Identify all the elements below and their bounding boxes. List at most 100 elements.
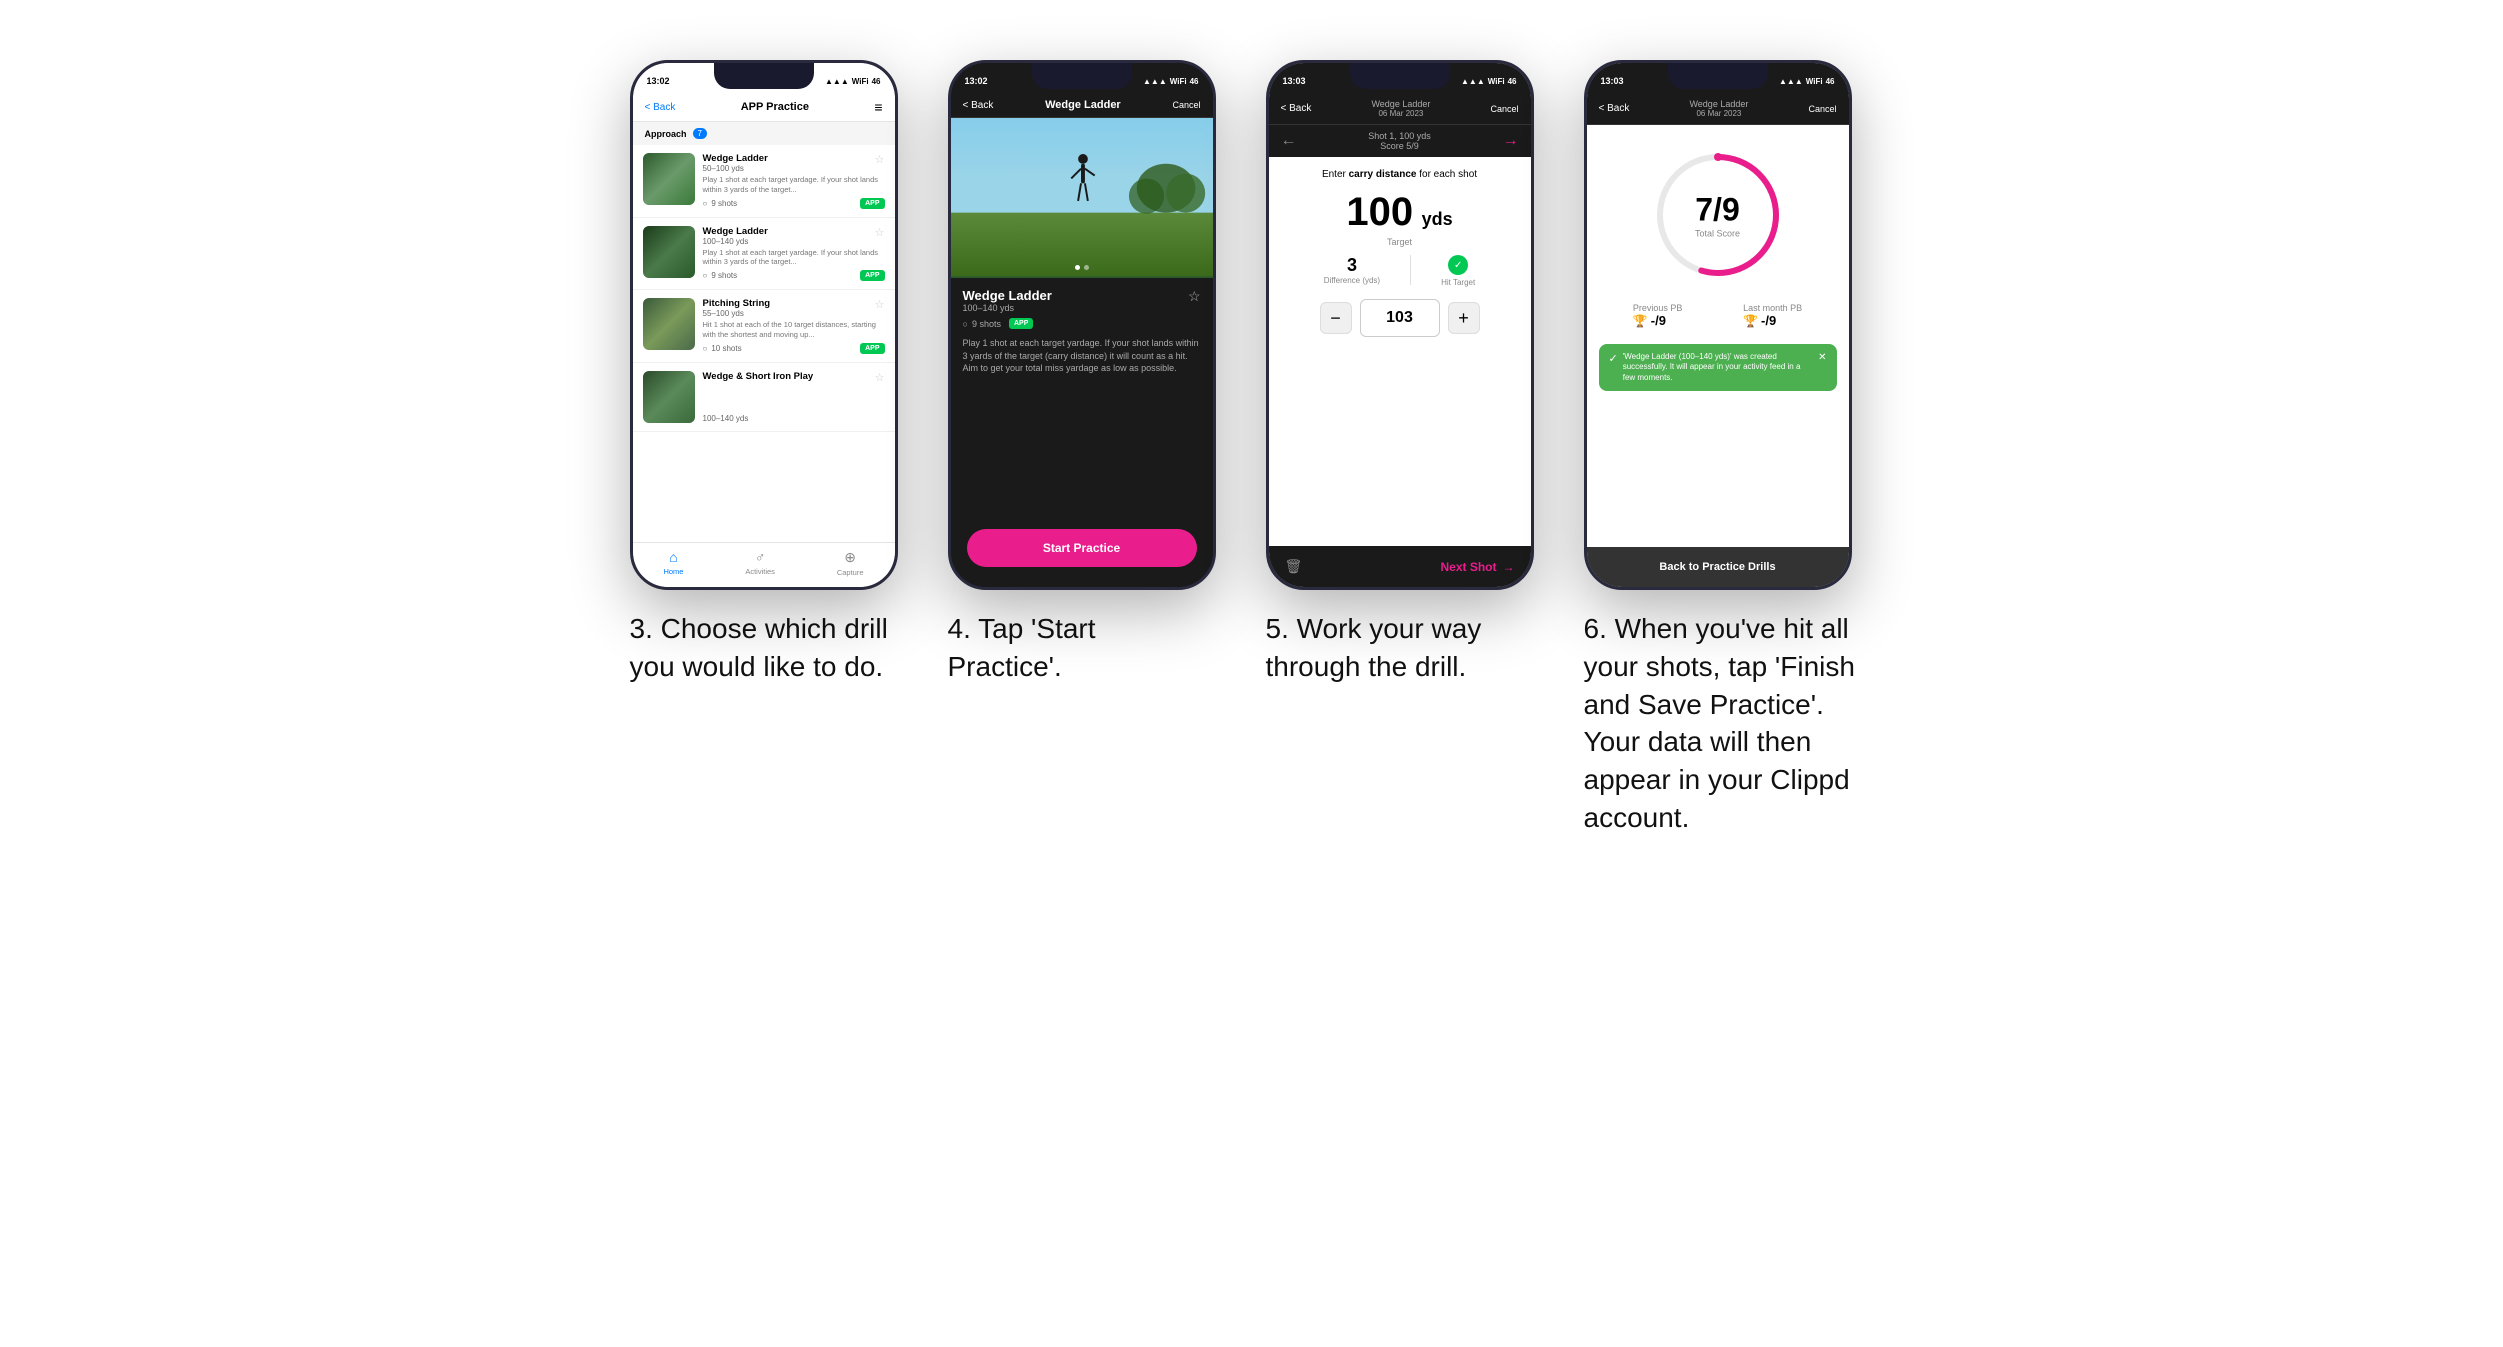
drill-item-2[interactable]: Wedge Ladder 100–140 yds Play 1 shot at …	[633, 218, 895, 291]
section-header-1: Approach 7	[633, 122, 895, 145]
caption-4: 6. When you've hit all your shots, tap '…	[1584, 610, 1874, 837]
phones-row: 13:02 ▲▲▲ WiFi 46 < Back APP Practice ≡ …	[630, 60, 1874, 837]
decrement-btn[interactable]: −	[1320, 302, 1352, 334]
score-circle: 7/9 Total Score	[1648, 145, 1788, 285]
next-shot-label: Next Shot	[1440, 560, 1496, 574]
app-badge-3: APP	[860, 343, 884, 354]
cancel-btn-4[interactable]: Cancel	[1808, 104, 1836, 114]
nav-bar-2: < Back Wedge Ladder Cancel	[951, 93, 1213, 118]
drill-desc-1: Play 1 shot at each target yardage. If y…	[703, 175, 885, 195]
success-content: ✓ 'Wedge Ladder (100–140 yds)' was creat…	[1609, 352, 1813, 383]
stats-divider	[1410, 255, 1411, 285]
trophy-icon-prev: 🏆	[1633, 314, 1648, 328]
start-practice-btn-2[interactable]: Start Practice	[967, 529, 1197, 567]
shots-count-1: ○ 9 shots	[703, 199, 738, 208]
signal-icon-3: ▲▲▲	[1461, 77, 1485, 86]
dot-2	[1084, 265, 1089, 270]
back-btn-3[interactable]: < Back	[1281, 103, 1312, 114]
increment-btn[interactable]: +	[1448, 302, 1480, 334]
back-btn-2[interactable]: < Back	[963, 100, 994, 111]
drill-detail-yds-2: 100–140 yds	[963, 303, 1052, 313]
drill-item-4[interactable]: Wedge & Short Iron Play 100–140 yds ☆	[633, 363, 895, 432]
drill-thumb-2	[643, 226, 695, 278]
last-month-pb-label: Last month PB	[1743, 303, 1802, 313]
star-icon-4[interactable]: ☆	[875, 371, 885, 384]
drill-thumb-1	[643, 153, 695, 205]
target-unit-3: yds	[1422, 209, 1453, 229]
total-score-value: 7/9	[1695, 192, 1740, 229]
back-to-drills-btn[interactable]: Back to Practice Drills	[1587, 547, 1849, 587]
nav-bar-1: < Back APP Practice ≡	[633, 93, 895, 122]
drill-thumb-img-2	[643, 226, 695, 278]
nav-date-4: 06 Mar 2023	[1689, 109, 1748, 118]
drill-detail-name-group: Wedge Ladder 100–140 yds	[963, 288, 1052, 313]
cancel-btn-2[interactable]: Cancel	[1172, 100, 1200, 110]
target-display-3: 100 yds Target	[1281, 190, 1519, 247]
shot-label-3: Shot 1, 100 yds	[1368, 131, 1431, 141]
nav-subtitle-4: Wedge Ladder	[1689, 99, 1748, 109]
bottom-nav-home[interactable]: ⌂ Home	[663, 549, 683, 577]
shot-score-3: Score 5/9	[1368, 141, 1431, 151]
capture-label: Capture	[837, 568, 864, 577]
score-circle-container: 7/9 Total Score	[1587, 125, 1849, 295]
section-badge-1: 7	[693, 128, 707, 139]
bottom-nav-activities[interactable]: ♂ Activities	[745, 549, 775, 577]
nav-title-group-4: Wedge Ladder 06 Mar 2023	[1689, 99, 1748, 118]
drill-thumb-img-3	[643, 298, 695, 350]
hit-target-stat: ✓ Hit Target	[1441, 255, 1475, 287]
phone-2-notch	[1032, 63, 1132, 89]
status-icons-3: ▲▲▲ WiFi 46	[1461, 77, 1516, 86]
star-icon-3[interactable]: ☆	[875, 298, 885, 311]
app-badge-1: APP	[860, 198, 884, 209]
enter-carry-text: Enter carry distance for each shot	[1281, 169, 1519, 180]
drill-item-1[interactable]: Wedge Ladder 50–100 yds Play 1 shot at e…	[633, 145, 895, 218]
time-3: 13:03	[1283, 76, 1306, 86]
star-icon-detail[interactable]: ☆	[1188, 288, 1201, 305]
battery-3: 46	[1508, 77, 1517, 86]
menu-icon-1[interactable]: ≡	[874, 99, 882, 115]
cancel-btn-3[interactable]: Cancel	[1490, 104, 1518, 114]
delete-icon-3[interactable]: 🗑	[1285, 558, 1303, 575]
wifi-icon-4: WiFi	[1806, 77, 1823, 86]
drill-item-3[interactable]: Pitching String 55–100 yds Hit 1 shot at…	[633, 290, 895, 363]
next-shot-btn[interactable]: Next Shot →	[1440, 560, 1514, 574]
drill-footer-3: ○ 10 shots APP	[703, 343, 885, 354]
success-banner: ✓ 'Wedge Ladder (100–140 yds)' was creat…	[1599, 344, 1837, 391]
nav-title-group-3: Wedge Ladder 06 Mar 2023	[1371, 99, 1430, 118]
last-month-pb-item: Last month PB 🏆 -/9	[1743, 303, 1802, 328]
phone-4-frame: 13:03 ▲▲▲ WiFi 46 < Back Wedge Ladder 06…	[1584, 60, 1852, 590]
back-btn-1[interactable]: < Back	[645, 102, 676, 113]
bottom-nav-capture[interactable]: ⊕ Capture	[837, 549, 864, 577]
status-icons-4: ▲▲▲ WiFi 46	[1779, 77, 1834, 86]
phone-4-screen: 13:03 ▲▲▲ WiFi 46 < Back Wedge Ladder 06…	[1587, 63, 1849, 587]
last-month-pb-val: 🏆 -/9	[1743, 313, 1802, 328]
pb-row: Previous PB 🏆 -/9 Last month PB 🏆 -/9	[1587, 295, 1849, 336]
score-text-center: 7/9 Total Score	[1695, 192, 1740, 239]
star-icon-1[interactable]: ☆	[875, 153, 885, 166]
caption-1: 3. Choose which drill you would like to …	[630, 610, 900, 686]
shot-info-3: Shot 1, 100 yds Score 5/9	[1368, 131, 1431, 151]
drill-yds-2: 100–140 yds	[703, 237, 885, 246]
distance-input[interactable]: 103	[1360, 299, 1440, 337]
phone-1-frame: 13:02 ▲▲▲ WiFi 46 < Back APP Practice ≡ …	[630, 60, 898, 590]
drill-footer-2: ○ 9 shots APP	[703, 270, 885, 281]
drill-thumb-4	[643, 371, 695, 423]
drill-thumb-img-4	[643, 371, 695, 423]
drill-detail-desc-2: Play 1 shot at each target yardage. If y…	[963, 337, 1201, 375]
phone-3-column: 13:03 ▲▲▲ WiFi 46 < Back Wedge Ladder 06…	[1266, 60, 1536, 686]
number-input-row-3: − 103 +	[1281, 299, 1519, 337]
next-shot-arrow-icon: →	[1503, 560, 1515, 574]
next-shot-arrow[interactable]: →	[1502, 132, 1518, 150]
back-btn-4[interactable]: < Back	[1599, 103, 1630, 114]
drill-info-2: Wedge Ladder 100–140 yds Play 1 shot at …	[703, 226, 885, 282]
caption-3: 5. Work your way through the drill.	[1266, 610, 1536, 686]
difference-stat: 3 Difference (yds)	[1324, 255, 1380, 287]
bottom-nav-1: ⌂ Home ♂ Activities ⊕ Capture	[633, 542, 895, 587]
drill-detail-img-2	[951, 118, 1213, 278]
prev-shot-arrow[interactable]: ←	[1281, 132, 1297, 150]
status-icons-2: ▲▲▲ WiFi 46	[1143, 77, 1198, 86]
success-close-icon[interactable]: ✕	[1818, 352, 1826, 363]
status-icons-1: ▲▲▲ WiFi 46	[825, 77, 880, 86]
drill-desc-2: Play 1 shot at each target yardage. If y…	[703, 248, 885, 268]
star-icon-2[interactable]: ☆	[875, 226, 885, 239]
